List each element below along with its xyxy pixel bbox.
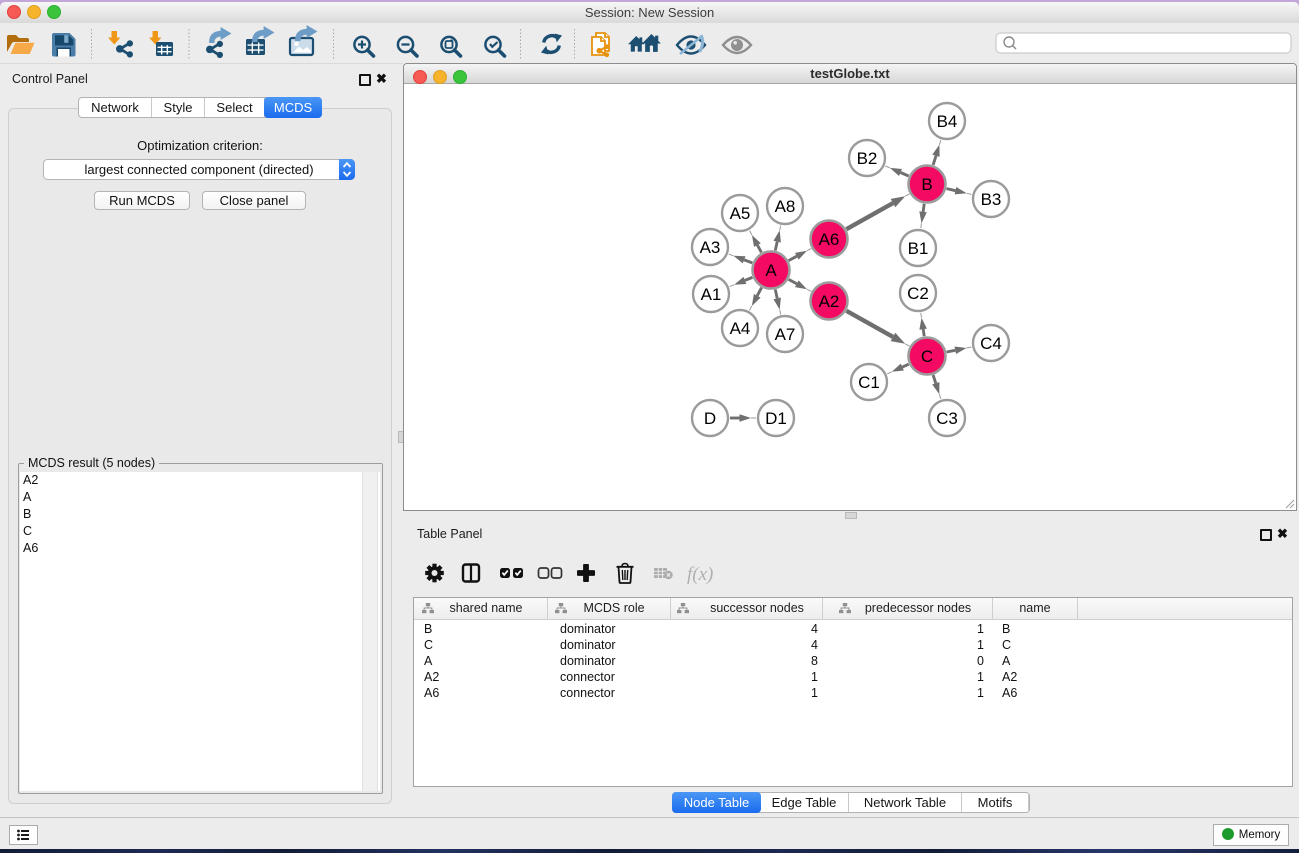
svg-text:C4: C4 xyxy=(980,334,1002,353)
svg-text:B1: B1 xyxy=(908,239,929,258)
svg-text:C: C xyxy=(921,347,933,366)
svg-text:B3: B3 xyxy=(981,190,1002,209)
svg-text:A7: A7 xyxy=(775,325,796,344)
svg-text:A1: A1 xyxy=(701,285,722,304)
svg-text:B4: B4 xyxy=(937,112,958,131)
svg-text:A: A xyxy=(765,261,777,280)
svg-text:A2: A2 xyxy=(819,292,840,311)
svg-text:B: B xyxy=(921,175,932,194)
svg-text:A6: A6 xyxy=(819,230,840,249)
svg-text:C1: C1 xyxy=(858,373,880,392)
svg-text:A8: A8 xyxy=(775,197,796,216)
svg-text:f(x): f(x) xyxy=(687,564,713,585)
svg-text:A4: A4 xyxy=(730,319,751,338)
svg-text:A3: A3 xyxy=(700,238,721,257)
svg-text:C2: C2 xyxy=(907,284,929,303)
svg-text:D1: D1 xyxy=(765,409,787,428)
svg-text:A5: A5 xyxy=(730,204,751,223)
svg-text:C3: C3 xyxy=(936,409,958,428)
svg-text:D: D xyxy=(704,409,716,428)
svg-text:B2: B2 xyxy=(857,149,878,168)
